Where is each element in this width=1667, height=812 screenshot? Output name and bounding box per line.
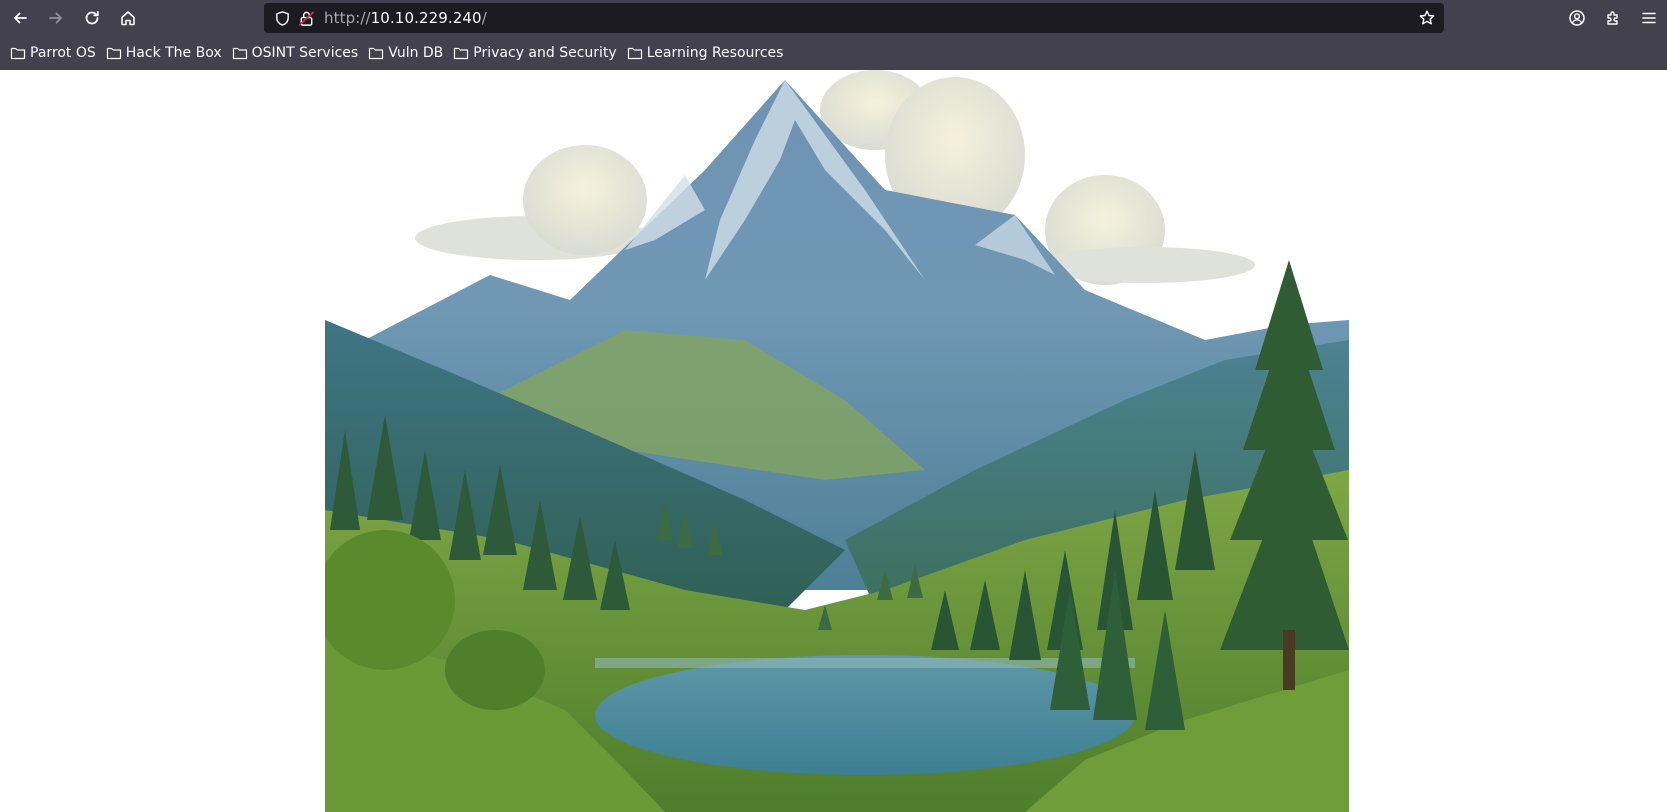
bookmark-folder-vuln-db[interactable]: Vuln DB bbox=[368, 40, 443, 66]
account-button[interactable] bbox=[1563, 4, 1591, 32]
browser-toolbar: http://10.10.229.240/ bbox=[0, 0, 1667, 36]
menu-button[interactable] bbox=[1635, 4, 1663, 32]
hamburger-menu-icon bbox=[1642, 12, 1656, 24]
bookmarks-toolbar: Parrot OS Hack The Box OSINT Services Vu… bbox=[0, 36, 1667, 70]
url-bar[interactable]: http://10.10.229.240/ bbox=[264, 3, 1444, 33]
cloud-left bbox=[415, 145, 655, 260]
folder-icon bbox=[369, 47, 384, 60]
folder-icon bbox=[627, 47, 642, 60]
star-icon bbox=[1419, 10, 1435, 25]
folder-icon bbox=[232, 47, 247, 60]
folder-icon bbox=[106, 47, 121, 60]
bookmark-label: Hack The Box bbox=[125, 45, 222, 61]
bookmark-folder-privacy-and-security[interactable]: Privacy and Security bbox=[453, 40, 617, 66]
home-button[interactable] bbox=[114, 4, 142, 32]
bookmark-folder-osint-services[interactable]: OSINT Services bbox=[232, 40, 359, 66]
url-path: / bbox=[481, 9, 487, 27]
account-icon bbox=[1569, 10, 1585, 26]
bookmark-label: Parrot OS bbox=[30, 45, 96, 61]
folder-icon bbox=[454, 47, 469, 60]
bookmark-label: Learning Resources bbox=[646, 45, 784, 61]
bookmark-star-button[interactable] bbox=[1418, 9, 1436, 27]
bookmark-label: OSINT Services bbox=[251, 45, 359, 61]
cloud-right bbox=[1035, 175, 1255, 285]
folder-icon bbox=[10, 47, 26, 60]
bookmark-folder-learning-resources[interactable]: Learning Resources bbox=[627, 40, 784, 66]
puzzle-icon bbox=[1607, 11, 1618, 25]
url-host: 10.10.229.240 bbox=[370, 9, 482, 27]
arrow-right-icon bbox=[49, 12, 62, 24]
home-icon bbox=[121, 11, 135, 26]
toolbar-right-icons bbox=[1555, 0, 1667, 36]
back-button[interactable] bbox=[6, 4, 34, 32]
bookmark-folder-hack-the-box[interactable]: Hack The Box bbox=[106, 40, 222, 66]
arrow-left-icon bbox=[14, 12, 27, 24]
page-content bbox=[0, 70, 1667, 812]
url-scheme: http:// bbox=[324, 9, 371, 27]
bookmark-folder-parrot-os[interactable]: Parrot OS bbox=[10, 40, 96, 66]
bookmark-label: Privacy and Security bbox=[473, 45, 617, 61]
insecure-lock-icon[interactable] bbox=[297, 9, 315, 27]
reload-icon bbox=[85, 10, 99, 25]
forward-button[interactable] bbox=[42, 4, 70, 32]
shield-icon[interactable] bbox=[273, 9, 291, 27]
url-text[interactable]: http://10.10.229.240/ bbox=[324, 9, 487, 27]
extensions-button[interactable] bbox=[1599, 4, 1627, 32]
bookmark-label: Vuln DB bbox=[388, 45, 444, 61]
mountain-landscape-image bbox=[325, 70, 1349, 812]
reload-button[interactable] bbox=[78, 4, 106, 32]
